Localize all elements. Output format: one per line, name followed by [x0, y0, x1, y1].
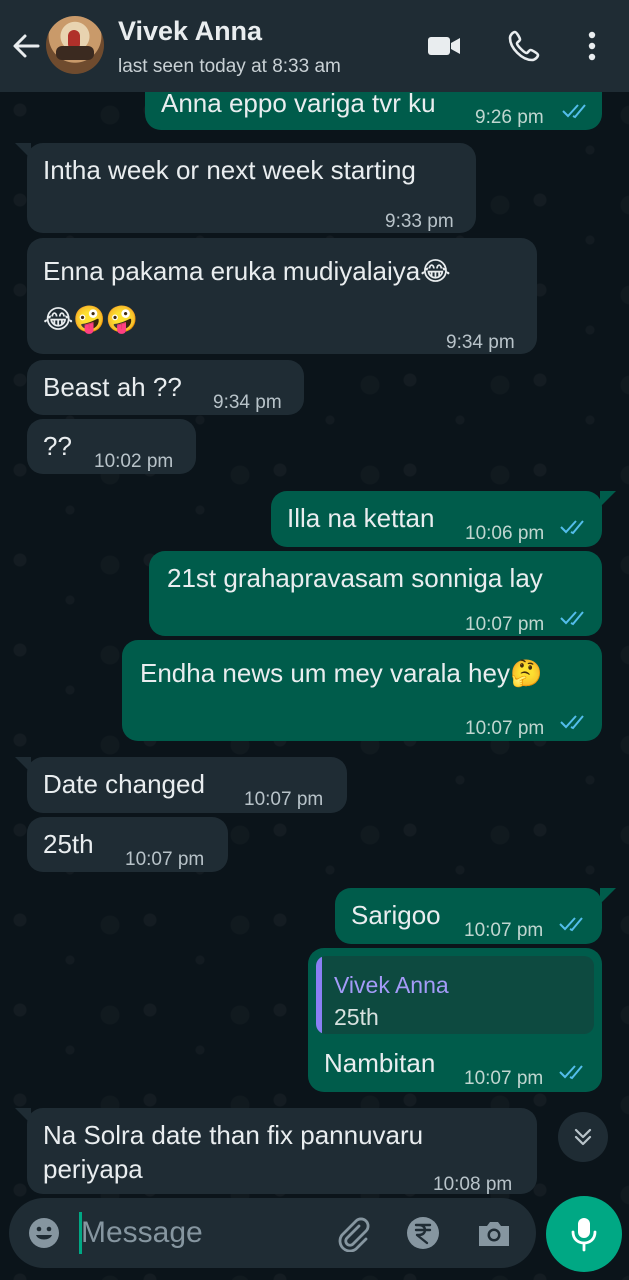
message-time: 10:07 pm — [464, 1068, 544, 1089]
double-tick-icon — [562, 104, 586, 119]
double-tick-icon — [559, 917, 583, 932]
message-time: 10:08 pm — [433, 1174, 513, 1195]
last-seen-status: last seen today at 8:33 am — [118, 56, 341, 77]
message-time: 9:26 pm — [475, 107, 544, 128]
message-bubble-outgoing-reply[interactable]: Vivek Anna 25th Nambitan 10:07 pm — [308, 948, 602, 1092]
message-text: Illa na kettan — [287, 503, 435, 533]
message-bubble-incoming[interactable]: Beast ah ?? 9:34 pm — [27, 360, 304, 415]
message-time: 9:33 pm — [385, 211, 454, 232]
message-text: 21st grahapravasam sonniga lay — [167, 563, 543, 593]
message-bubble-outgoing[interactable]: Sarigoo 10:07 pm — [335, 888, 602, 944]
message-text-line2: periyapa — [43, 1154, 143, 1184]
chat-header: Vivek Anna last seen today at 8:33 am — [0, 0, 629, 92]
double-tick-icon — [560, 715, 584, 730]
message-bubble-outgoing[interactable]: Illa na kettan 10:06 pm — [271, 491, 602, 547]
message-bubble-outgoing[interactable]: 21st grahapravasam sonniga lay 10:07 pm — [149, 551, 602, 636]
scroll-down-icon — [574, 1128, 592, 1146]
message-time: 10:07 pm — [464, 920, 544, 941]
message-text: Intha week or next week starting — [43, 155, 416, 185]
message-text: Na Solra date than fix pannuvaru — [43, 1120, 424, 1150]
double-tick-icon — [559, 1065, 583, 1080]
avatar[interactable] — [46, 16, 104, 74]
message-bubble-incoming[interactable]: Na Solra date than fix pannuvaru periyap… — [27, 1108, 537, 1195]
camera-icon[interactable] — [475, 1214, 513, 1252]
quoted-text: 25th — [334, 1004, 379, 1030]
quoted-message[interactable]: Vivek Anna 25th — [316, 956, 594, 1034]
message-bubble-incoming[interactable]: 25th 10:07 pm — [27, 817, 228, 872]
video-call-icon[interactable] — [426, 28, 462, 64]
message-text: 25th — [43, 829, 94, 859]
voice-record-button[interactable] — [546, 1196, 622, 1272]
message-time: 10:02 pm — [94, 451, 174, 472]
message-bubble-outgoing[interactable]: Endha news um mey varala hey🤔 10:07 pm — [122, 640, 602, 741]
message-time: 10:07 pm — [465, 614, 545, 635]
contact-name[interactable]: Vivek Anna — [118, 16, 262, 47]
message-bubble-incoming[interactable]: Intha week or next week starting 9:33 pm — [27, 143, 476, 233]
message-emoji-line: 😂🤪🤪 — [43, 304, 139, 334]
scroll-to-bottom-button[interactable] — [558, 1112, 608, 1162]
message-text: Sarigoo — [351, 900, 441, 930]
quoted-sender-name: Vivek Anna — [334, 972, 449, 998]
rupee-payment-icon[interactable] — [405, 1215, 441, 1251]
message-time: 9:34 pm — [446, 332, 515, 353]
message-bubble-incoming[interactable]: Date changed 10:07 pm — [27, 757, 347, 813]
message-text: Enna pakama eruka mudiyalaiya😂 — [43, 256, 451, 286]
message-input[interactable]: Message — [81, 1212, 203, 1254]
avatar-bike — [56, 46, 94, 60]
double-tick-icon — [560, 520, 584, 535]
mic-icon — [571, 1218, 597, 1252]
message-text: Nambitan — [324, 1048, 436, 1078]
message-time: 9:34 pm — [213, 392, 282, 413]
message-text: ?? — [43, 431, 72, 461]
message-time: 10:07 pm — [465, 718, 545, 739]
message-composer[interactable]: Message — [9, 1198, 536, 1268]
message-bubble-incoming[interactable]: Enna pakama eruka mudiyalaiya😂 😂🤪🤪 9:34 … — [27, 238, 537, 354]
message-bubble-incoming[interactable]: ?? 10:02 pm — [27, 419, 196, 474]
message-time: 10:06 pm — [465, 523, 545, 544]
message-time: 10:07 pm — [244, 789, 324, 810]
message-text: Date changed — [43, 769, 205, 799]
message-text: Endha news um mey varala hey🤔 — [140, 658, 543, 688]
phone-icon[interactable] — [506, 28, 542, 64]
emoji-icon[interactable] — [27, 1216, 61, 1250]
attach-icon[interactable] — [333, 1214, 371, 1252]
message-text: Beast ah ?? — [43, 372, 182, 402]
quote-accent-bar — [316, 956, 322, 1034]
double-tick-icon — [560, 611, 584, 626]
more-options-icon[interactable] — [576, 28, 608, 64]
back-arrow-icon[interactable] — [10, 30, 42, 62]
message-time: 10:07 pm — [125, 849, 205, 870]
